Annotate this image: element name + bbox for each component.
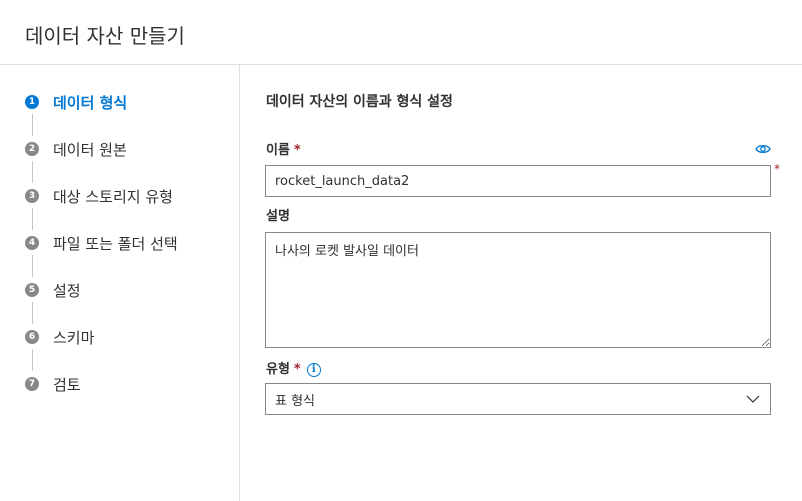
step-number-badge: 4 [25, 236, 39, 250]
step-number-badge: 3 [25, 189, 39, 203]
step-label: 파일 또는 폴더 선택 [53, 234, 178, 253]
step-number-badge: 5 [25, 283, 39, 297]
chevron-down-icon [745, 391, 761, 407]
description-label-text: 설명 [266, 209, 290, 224]
description-field-label: 설명 [266, 208, 290, 226]
type-label-text: 유형 [266, 362, 290, 377]
step-number-badge: 6 [25, 330, 39, 344]
page-title: 데이터 자산 만들기 [25, 24, 185, 48]
type-dropdown-value: 표 형식 [275, 393, 316, 409]
step-connector [32, 255, 33, 277]
wizard-steps-sidebar: 1 데이터 형식 2 데이터 원본 3 대상 스토리지 유형 4 파일 또는 폴… [0, 65, 240, 501]
eye-icon[interactable] [753, 141, 773, 157]
step-label: 설정 [53, 281, 81, 300]
step-connector [32, 349, 33, 371]
step-label: 스키마 [53, 328, 95, 347]
description-textarea[interactable]: 나사의 로켓 발사일 데이터 [265, 232, 771, 348]
section-title: 데이터 자산의 이름과 형식 설정 [266, 94, 453, 110]
info-icon[interactable]: i [306, 363, 321, 377]
required-marker: * [774, 162, 780, 176]
type-field-label: 유형 * i [266, 361, 321, 379]
name-input[interactable] [265, 165, 771, 197]
required-marker: * [293, 143, 301, 158]
step-data-format[interactable]: 1 데이터 형식 [25, 92, 127, 112]
step-connector [32, 114, 33, 136]
page-header: 데이터 자산 만들기 [0, 0, 802, 65]
step-connector [32, 302, 33, 324]
step-storage-type[interactable]: 3 대상 스토리지 유형 [25, 186, 173, 206]
step-number-badge: 2 [25, 142, 39, 156]
step-select-file-folder[interactable]: 4 파일 또는 폴더 선택 [25, 233, 178, 253]
step-settings[interactable]: 5 설정 [25, 280, 81, 300]
name-label-text: 이름 [266, 143, 290, 158]
step-label: 데이터 형식 [53, 93, 128, 112]
step-schema[interactable]: 6 스키마 [25, 327, 94, 347]
step-label: 검토 [53, 375, 81, 394]
step-review[interactable]: 7 검토 [25, 374, 81, 394]
step-number-badge: 7 [25, 377, 39, 391]
required-marker: * [293, 362, 301, 377]
step-number-badge: 1 [25, 95, 39, 109]
step-connector [32, 161, 33, 183]
step-label: 데이터 원본 [53, 140, 127, 159]
step-label: 대상 스토리지 유형 [53, 187, 173, 206]
name-field-label: 이름 * [266, 142, 301, 160]
step-connector [32, 208, 33, 230]
type-dropdown[interactable]: 표 형식 [265, 383, 771, 415]
step-data-source[interactable]: 2 데이터 원본 [25, 139, 127, 159]
